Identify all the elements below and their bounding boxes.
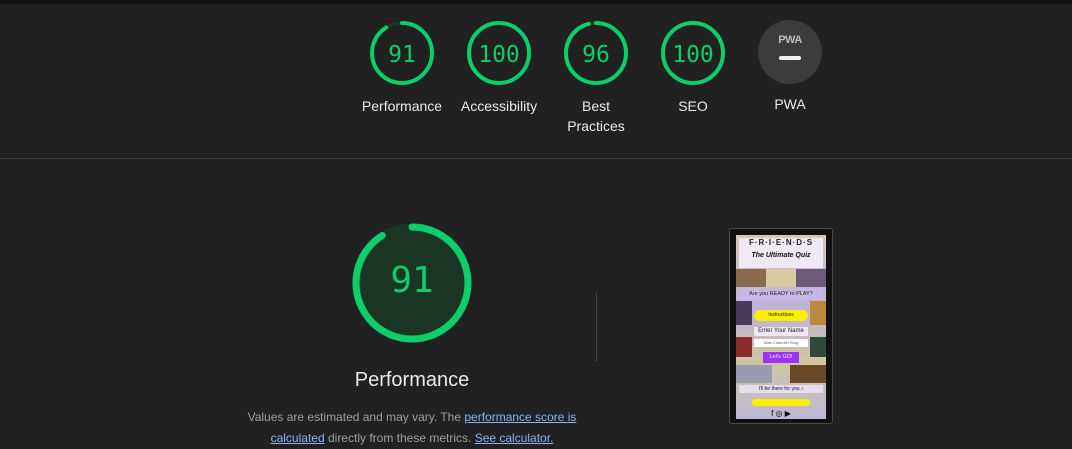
desc-text: directly from these metrics. [324,431,475,445]
screenshot-song-text: I'll be there for you ♪ [739,385,823,393]
pwa-icon: PWA [758,20,822,84]
pwa-badge-text: PWA [778,34,802,46]
score-gauges: 91 Performance 100 Accessibility 96 Best… [0,20,1072,150]
screenshot-instructions-button: Instructions [754,310,808,321]
screenshot-social-icons: f ◎ ▶ [771,409,791,418]
screenshot-name-input: Was Chandler Bing [754,339,808,347]
gauge-label: Accessibility [460,98,538,114]
screenshot-logo: F·R·I·E·N·D·S [748,238,814,247]
performance-score-large: 91 [390,260,434,301]
gauge-accessibility[interactable]: 100 Accessibility [449,20,549,116]
gauge-score: 96 [582,42,610,68]
performance-description: Values are estimated and may vary. The p… [236,407,588,449]
gauge-pwa[interactable]: PWA PWA [740,20,840,114]
gauge-performance[interactable]: 91 Performance [352,20,452,116]
gauge-label: PWA [774,96,806,112]
vertical-separator [596,292,597,362]
screenshot-subtitle: The Ultimate Quiz [751,252,811,259]
gauge-score: 91 [388,42,416,68]
screenshot-enter-name: Enter Your Name [754,327,808,336]
gauge-best-practices[interactable]: 96 Best Practices [546,20,646,136]
screenshot-audio-player [752,399,810,406]
see-calculator-link[interactable]: See calculator. [475,431,554,445]
gauge-seo[interactable]: 100 SEO [643,20,743,116]
top-border [0,0,1072,4]
section-divider [0,158,1072,159]
gauge-score: 100 [478,42,520,68]
gauge-label: SEO [678,98,708,114]
screenshot-ready-text: Are you READY to PLAY? [739,289,823,300]
performance-title: Performance [354,369,470,391]
screenshot-go-button: Let's GO! [763,352,799,363]
gauge-label: Performance [361,98,443,114]
gauge-label: Best Practices [567,98,625,134]
final-screenshot[interactable]: F·R·I·E·N·D·S The Ultimate Quiz Are you … [729,228,833,424]
performance-gauge-large: 91 [351,222,473,349]
desc-text: Values are estimated and may vary. The [247,410,465,424]
gauge-score: 100 [672,42,714,68]
pwa-dash-icon [779,56,801,60]
screenshot-image: F·R·I·E·N·D·S The Ultimate Quiz Are you … [736,235,826,419]
